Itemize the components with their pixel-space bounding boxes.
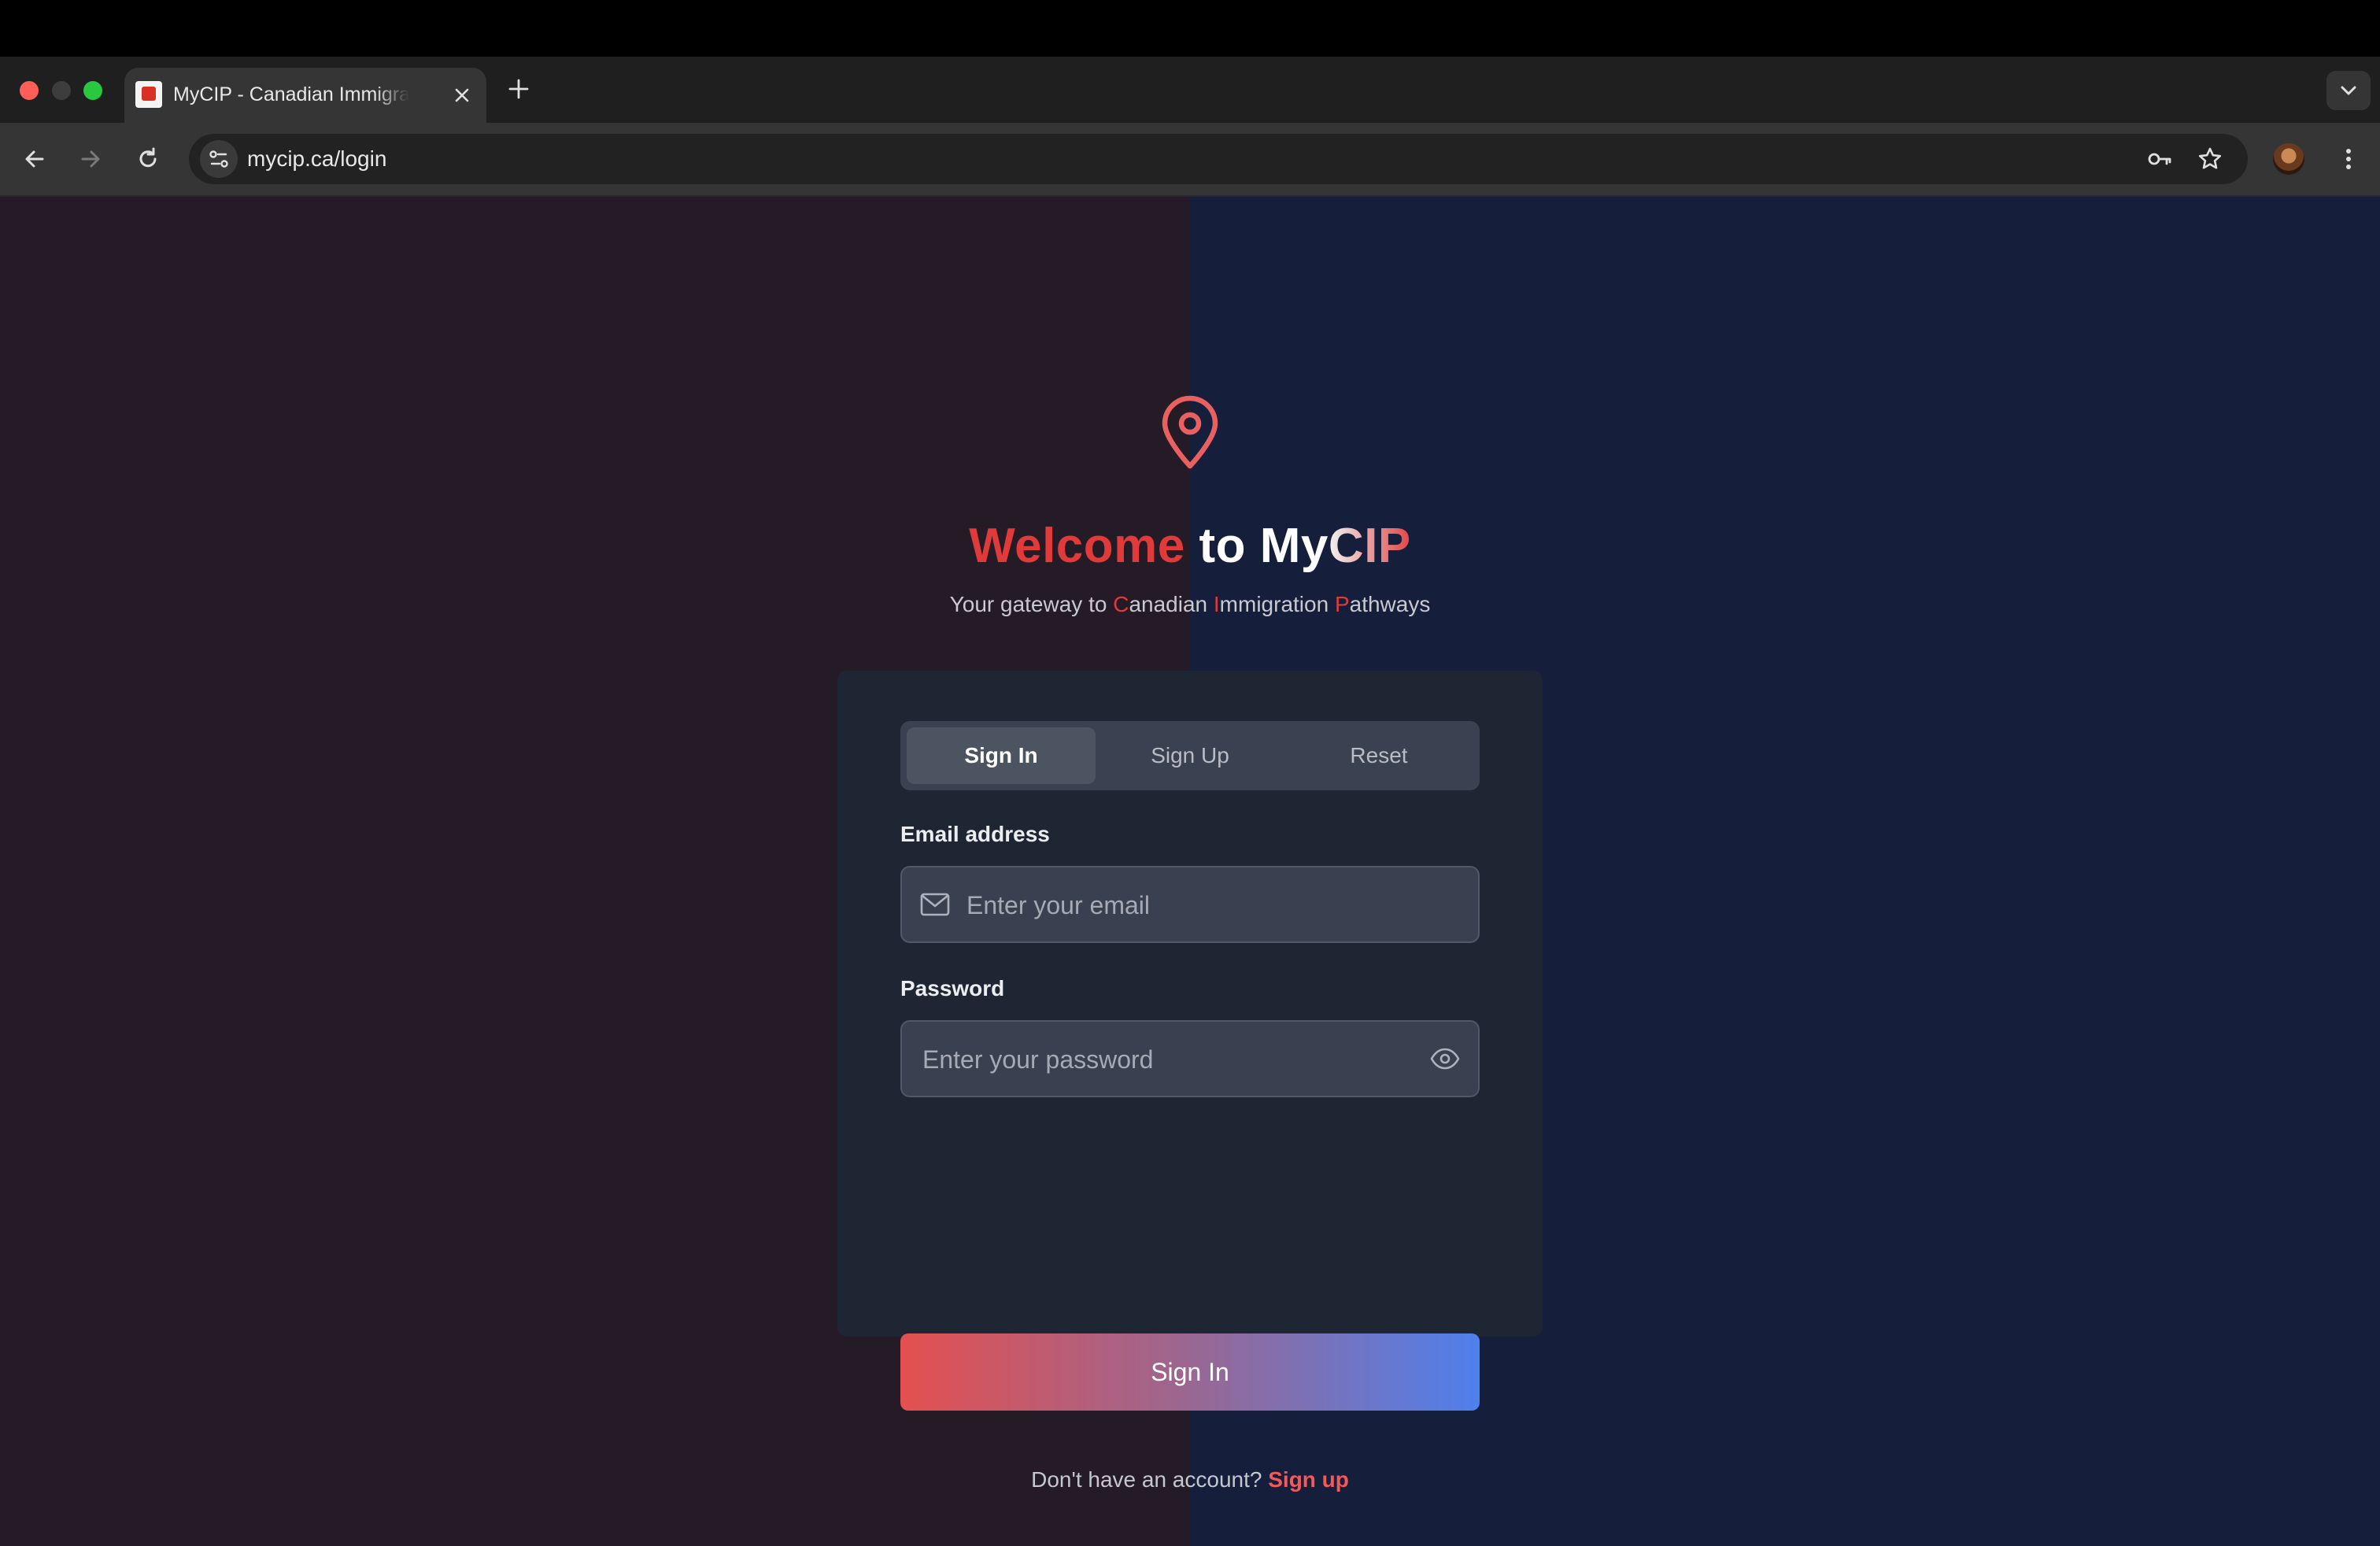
key-icon[interactable] bbox=[2145, 145, 2174, 173]
tab-sign-in[interactable]: Sign In bbox=[907, 727, 1096, 784]
title-welcome: Welcome bbox=[969, 519, 1185, 573]
title-to: to bbox=[1199, 519, 1247, 573]
password-field-wrapper bbox=[900, 1020, 1480, 1097]
close-icon[interactable] bbox=[450, 83, 474, 107]
tagline-prefix: Your gateway to bbox=[949, 592, 1114, 616]
password-label: Password bbox=[900, 976, 1005, 1000]
star-icon[interactable] bbox=[2196, 145, 2224, 173]
tab-search-button[interactable] bbox=[2326, 71, 2371, 110]
tagline-letter-p: P bbox=[1334, 592, 1350, 616]
address-bar[interactable] bbox=[189, 134, 2248, 184]
tagline-word-pathways: athways bbox=[1349, 592, 1431, 616]
signup-prompt-text: Don't have an account? bbox=[1031, 1467, 1262, 1492]
signup-link[interactable]: Sign up bbox=[1268, 1467, 1349, 1492]
window-minimize-button[interactable] bbox=[52, 81, 71, 100]
reload-icon[interactable] bbox=[134, 145, 162, 173]
browser-tab[interactable]: MyCIP - Canadian Immigration Pathways bbox=[124, 68, 486, 123]
sign-in-button[interactable]: Sign In bbox=[900, 1333, 1480, 1411]
window-zoom-button[interactable] bbox=[83, 81, 102, 100]
mail-icon bbox=[920, 893, 950, 916]
page-title: Welcome to MyCIP bbox=[0, 515, 2380, 578]
signup-prompt: Don't have an account? Sign up bbox=[837, 1466, 1543, 1494]
eye-icon[interactable] bbox=[1429, 1045, 1461, 1073]
password-field[interactable] bbox=[921, 1022, 1412, 1097]
tagline-letter-i: I bbox=[1213, 592, 1220, 616]
tagline-word-immigration: mmigration bbox=[1219, 592, 1335, 616]
site-info-button[interactable] bbox=[200, 140, 238, 178]
url-text[interactable]: mycip.ca/login bbox=[247, 145, 386, 173]
tab-title: MyCIP - Canadian Immigration Pathways bbox=[173, 83, 409, 105]
email-field[interactable] bbox=[965, 867, 1464, 943]
email-label: Email address bbox=[900, 822, 1050, 846]
tagline: Your gateway to Canadian Immigration Pat… bbox=[0, 590, 2380, 619]
site-settings-icon bbox=[209, 150, 228, 168]
back-arrow-icon[interactable] bbox=[20, 145, 49, 173]
login-page: Welcome to MyCIP Your gateway to Canadia… bbox=[0, 197, 2380, 1546]
auth-card: Sign In Sign Up Reset Email address Pass… bbox=[837, 671, 1543, 1492]
chevron-down-icon bbox=[2341, 86, 2356, 95]
map-pin-icon bbox=[1162, 395, 1218, 469]
more-vert-icon[interactable] bbox=[2334, 145, 2363, 173]
title-cip: CIP bbox=[1328, 519, 1411, 573]
tagline-word-canadian: anadian bbox=[1129, 592, 1214, 616]
profile-avatar[interactable] bbox=[2273, 143, 2304, 175]
forward-arrow-icon[interactable] bbox=[76, 145, 105, 173]
tab-reset[interactable]: Reset bbox=[1284, 727, 1473, 784]
favicon-icon bbox=[135, 81, 162, 108]
title-my: My bbox=[1259, 519, 1329, 573]
tab-sign-up[interactable]: Sign Up bbox=[1096, 727, 1284, 784]
auth-tabs: Sign In Sign Up Reset bbox=[900, 721, 1480, 790]
email-field-wrapper bbox=[900, 866, 1480, 943]
screen-top-bar bbox=[0, 0, 2380, 57]
plus-icon[interactable] bbox=[506, 76, 531, 102]
window-close-button[interactable] bbox=[20, 81, 39, 100]
tagline-letter-c: C bbox=[1113, 592, 1129, 616]
